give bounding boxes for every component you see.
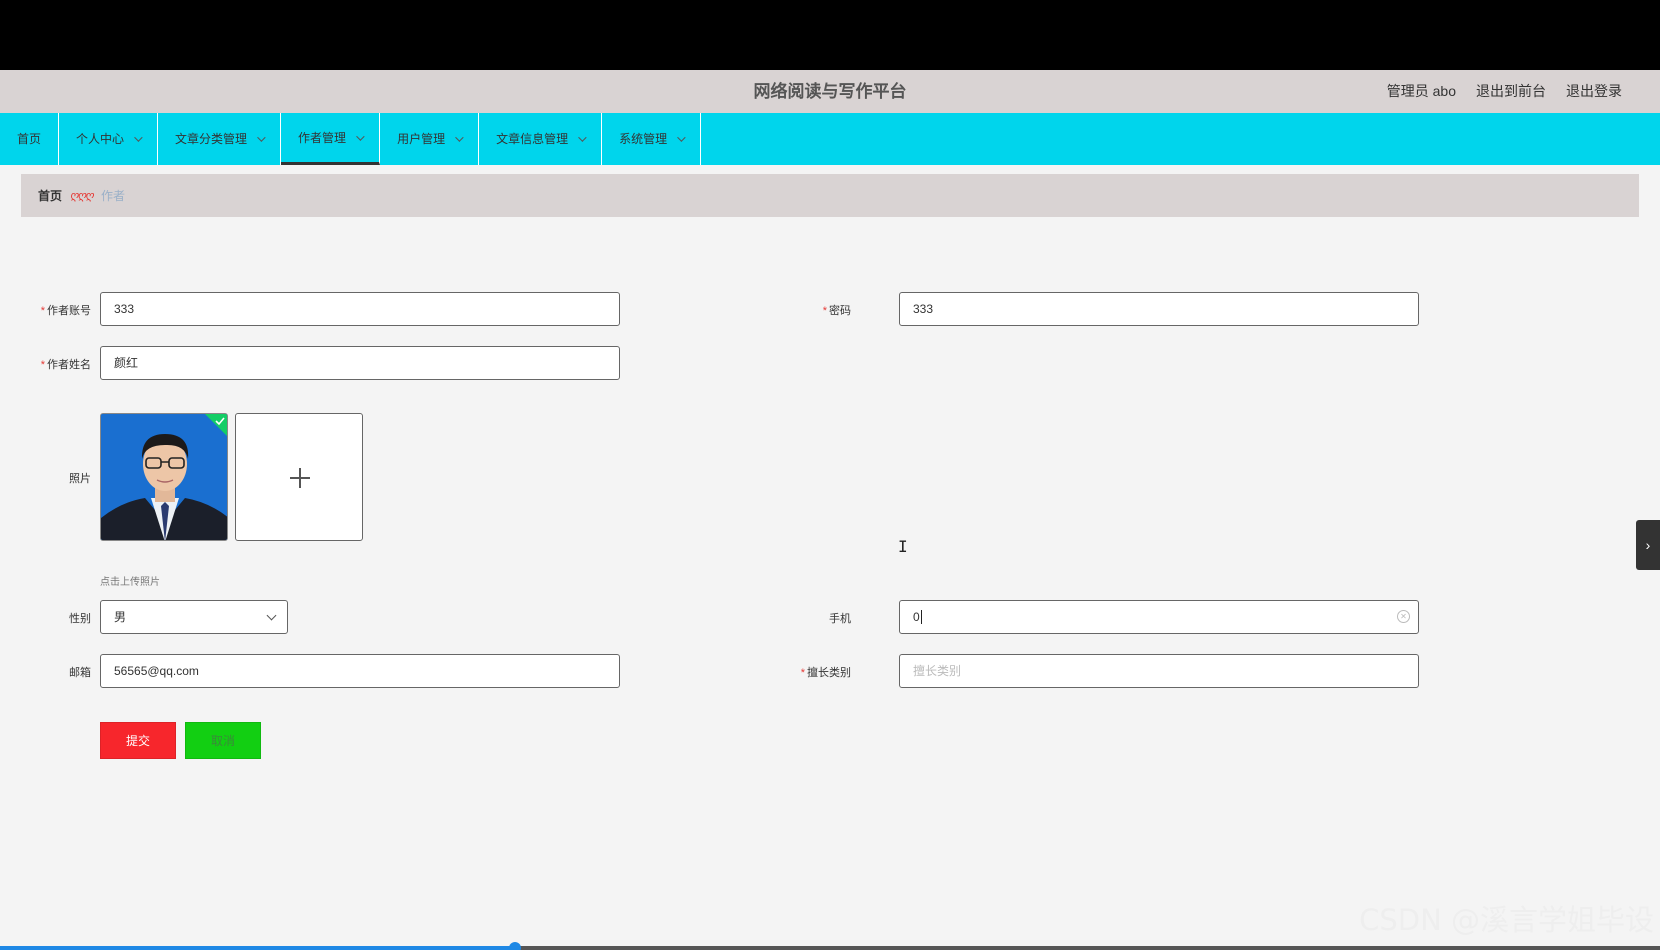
chevron-down-icon [578,133,587,142]
email-label: 邮箱 [69,667,91,679]
chevron-down-icon [257,133,266,142]
nav-article-management-label: 文章信息管理 [496,132,569,146]
plus-icon-vertical [299,468,301,488]
nav-system-management[interactable]: 系统管理 [602,113,702,165]
screen: 网络阅读与写作平台 管理员 abo 退出到前台 退出登录 首页 个人中心 文章分… [0,0,1660,950]
video-progress-fill [0,946,515,950]
text-cursor-icon: I [898,537,908,556]
specialty-input[interactable]: 擅长类别 [899,654,1419,688]
chevron-down-icon [134,133,143,142]
cancel-button[interactable]: 取消 [185,722,261,759]
exit-to-frontend-link[interactable]: 退出到前台 [1476,70,1546,113]
chevron-right-icon[interactable]: › [1636,520,1660,570]
breadcrumb-home[interactable]: 首页 [38,187,62,204]
nav-category-management-label: 文章分类管理 [175,132,248,146]
nav-home-label: 首页 [17,132,42,146]
breadcrumb: 首页 ღღღ 作者 [21,174,1639,217]
nav-category-management[interactable]: 文章分类管理 [158,113,282,165]
upload-success-check-icon [205,414,227,436]
gender-label: 性别 [69,613,91,625]
gender-select-value: 男 [114,610,127,624]
video-progress-knob[interactable] [508,942,521,950]
photo-upload-button[interactable] [235,413,363,541]
chevron-down-icon [677,133,686,142]
nav-author-management-label: 作者管理 [298,130,347,145]
name-label-text: 作者姓名 [47,359,91,371]
main-nav: 首页 个人中心 文章分类管理 作者管理 用户管理 文章信息管理 系统管理 [0,113,1660,165]
author-photo[interactable] [100,413,228,541]
password-label-text: 密码 [829,305,851,317]
watermark: CSDN @溪言学姐毕设 [1359,903,1654,937]
account-label: * 作者账号 [40,305,91,317]
nav-personal-center-label: 个人中心 [76,132,125,146]
chevron-down-icon [266,610,277,621]
nav-author-management[interactable]: 作者管理 [281,113,381,165]
nav-user-management[interactable]: 用户管理 [380,113,480,165]
author-form: * 作者账号 333 * 密码 333 * 作者姓名 颜红 照片 点击上传照片 … [21,218,1639,788]
admin-user-label: 管理员 abo [1386,83,1456,99]
name-input[interactable]: 颜红 [100,346,620,380]
nav-user-management-label: 用户管理 [397,132,446,146]
app-window: 网络阅读与写作平台 管理员 abo 退出到前台 退出登录 首页 个人中心 文章分… [0,70,1660,948]
chevron-down-icon [356,131,365,141]
breadcrumb-separator: ღღღ [70,190,94,202]
nav-personal-center[interactable]: 个人中心 [59,113,159,165]
specialty-label: * 擅长类别 [800,667,851,679]
clear-icon[interactable]: ✕ [1397,610,1410,623]
nav-home[interactable]: 首页 [0,113,60,165]
nav-article-management[interactable]: 文章信息管理 [479,113,603,165]
specialty-label-text: 擅长类别 [807,667,851,679]
logout-link[interactable]: 退出登录 [1566,70,1622,113]
video-progress-bar[interactable] [0,942,1660,950]
breadcrumb-current: 作者 [100,189,125,203]
photo-label: 照片 [69,473,91,485]
photo-upload-hint: 点击上传照片 [100,577,160,588]
account-input[interactable]: 333 [100,292,620,326]
phone-input-value: 0 [913,610,920,624]
chevron-down-icon [455,133,464,142]
password-label: * 密码 [822,305,851,317]
account-label-text: 作者账号 [47,305,91,317]
top-links: 管理员 abo 退出到前台 退出登录 [1387,70,1622,113]
nav-system-management-label: 系统管理 [619,132,668,146]
password-input[interactable]: 333 [899,292,1419,326]
text-caret [920,610,922,624]
name-label: * 作者姓名 [40,359,91,371]
phone-label: 手机 [829,613,851,625]
top-header: 网络阅读与写作平台 管理员 abo 退出到前台 退出登录 [0,70,1660,113]
phone-input[interactable]: 0 ✕ [899,600,1419,634]
email-input[interactable]: 56565@qq.com [100,654,620,688]
submit-button[interactable]: 提交 [100,722,176,759]
gender-select[interactable]: 男 [100,600,288,634]
